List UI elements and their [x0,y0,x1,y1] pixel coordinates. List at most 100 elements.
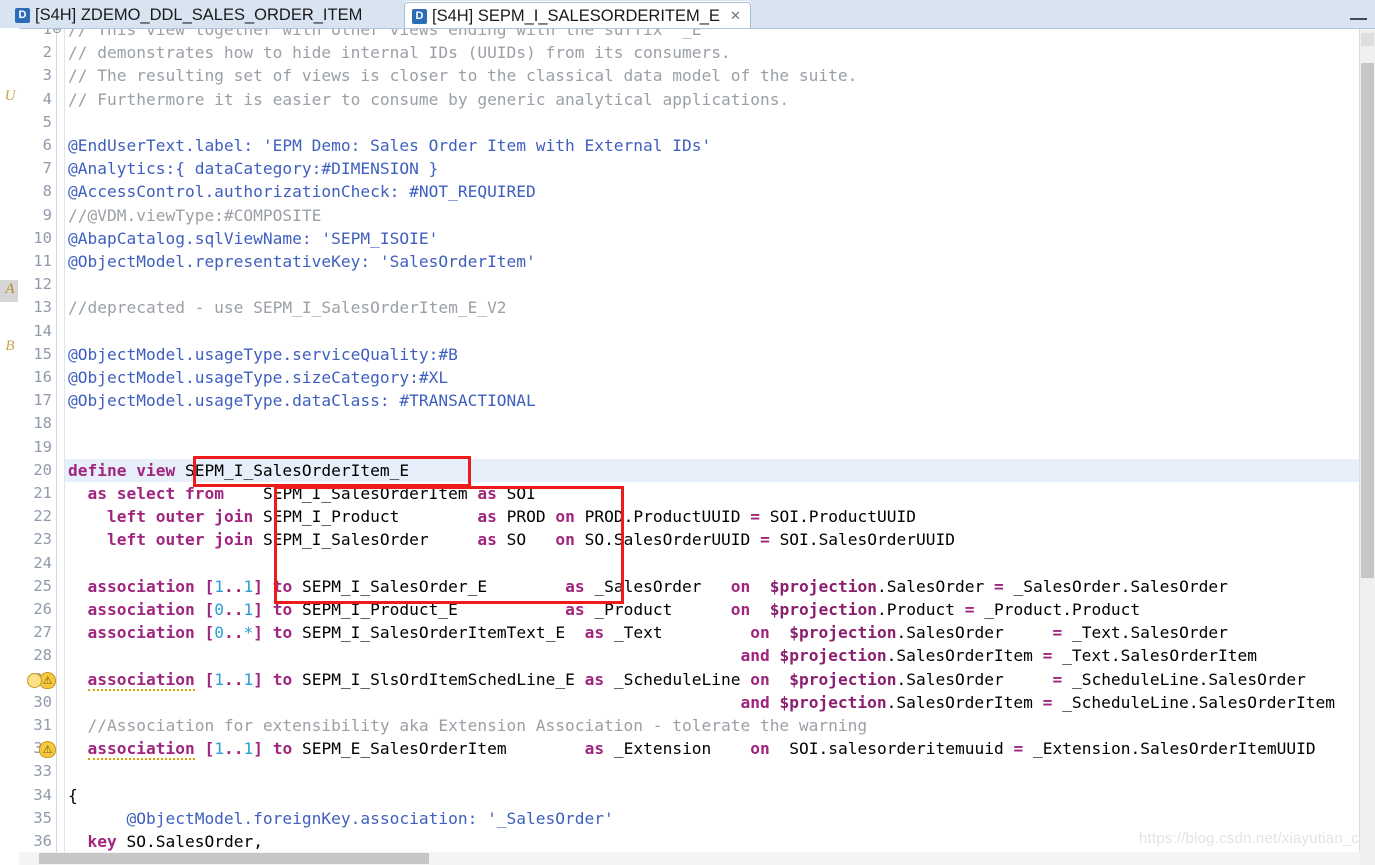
code-line[interactable]: 9 //@VDM.viewType:#COMPOSITE [19,204,1375,227]
code-text: @AbapCatalog.sqlViewName: 'SEPM_ISOIE' [68,228,439,248]
eclipse-adt-editor-window: D [S4H] ZDEMO_DDL_SALES_ORDER_ITEM D [S4… [0,0,1375,865]
code-text: @ObjectModel.foreignKey.association: '_S… [68,808,614,828]
scrollbar-up-button[interactable] [1361,33,1374,46]
line-number: 1 [42,29,52,38]
line-number: 34 [33,785,52,804]
code-line[interactable]: 8 @AccessControl.authorizationCheck: #NOT… [19,180,1375,203]
warning-marker-icon[interactable]: ⚠ [39,741,56,759]
code-text: { [68,785,78,805]
code-line[interactable]: 24 [19,552,1375,575]
code-line[interactable]: 22 left outer join SEPM_I_Product as PRO… [19,505,1375,528]
code-text: @ObjectModel.representativeKey: 'SalesOr… [68,252,536,271]
line-number: 22 [33,507,52,526]
code-text: left outer join SEPM_I_Product as PROD o… [106,507,916,527]
code-editor[interactable]: 1 ⊖ // This view together with other views… [19,29,1375,865]
code-line[interactable]: 34 { [19,784,1375,807]
line-number: 23 [33,530,52,549]
code-line[interactable]: 31 //Association for extensibility aka E… [19,714,1375,737]
code-line[interactable]: 1 ⊖ // This view together with other views… [19,29,1375,41]
code-line[interactable]: 15 @ObjectModel.usageType.serviceQuality:… [19,343,1375,366]
line-number: 21 [33,484,52,502]
line-number: 27 [33,623,52,642]
code-text: // demonstrates how to hide internal IDs… [68,43,731,63]
code-text: left outer join SEPM_I_SalesOrder as SO … [106,530,956,550]
code-line[interactable]: 25 association [1..1] to SEPM_I_SalesOrd… [19,575,1375,598]
code-line[interactable]: 19 [19,436,1375,459]
code-line[interactable]: 11 @ObjectModel.representativeKey: 'Sales… [19,250,1375,273]
line-number: 10 [33,228,52,247]
code-line[interactable]: 30 and $projection.SalesOrderItem = _Sch… [19,691,1375,714]
ddl-source-icon: D [412,8,427,24]
code-line[interactable]: 16 @ObjectModel.usageType.sizeCategory:#X… [19,366,1375,389]
line-number: 20 [33,460,52,479]
line-number: 12 [33,275,52,294]
code-text: association [0..*] to SEPM_I_SalesOrderI… [87,623,1228,643]
code-line[interactable]: 21 as select from SEPM_I_SalesOrderItem … [19,482,1375,505]
code-line[interactable]: 12 [19,273,1375,296]
line-number: 24 [33,553,52,572]
minimize-button[interactable] [1350,8,1367,20]
code-line[interactable]: 29 association [1..1] to SEPM_I_SlsOrdIt… [19,668,1375,691]
code-line[interactable]: 13 //deprecated - use SEPM_I_SalesOrderIt… [19,296,1375,319]
quickfix-bulb-icon[interactable] [27,672,42,688]
code-text: as select from SEPM_I_SalesOrderItem as … [87,484,536,503]
code-text: // Furthermore it is easier to consume b… [68,89,790,109]
line-number: 18 [33,414,52,433]
code-line[interactable]: 26 association [0..1] to SEPM_I_Product_… [19,598,1375,621]
code-line[interactable]: 35 @ObjectModel.foreignKey.association: … [19,807,1375,830]
code-line[interactable]: 20 define view SEPM_I_SalesOrderItem_E [19,458,1375,482]
line-number: 35 [33,808,52,827]
code-text: define view SEPM_I_SalesOrderItem_E [68,460,410,480]
code-line[interactable]: 4 // Furthermore it is easier to consume … [19,88,1375,111]
code-line[interactable]: 14 [19,320,1375,343]
code-line[interactable]: 5 [19,111,1375,134]
line-number: 2 [42,43,52,62]
code-line[interactable]: 17 @ObjectModel.usageType.dataClass: #TRA… [19,389,1375,412]
code-line[interactable]: 27 association [0..*] to SEPM_I_SalesOrd… [19,621,1375,644]
code-text: association [1..1] to SEPM_I_SalesOrder_… [87,576,1228,596]
close-icon[interactable]: ✕ [730,8,741,24]
vertical-scrollbar[interactable] [1359,29,1375,865]
code-line[interactable]: 7 @Analytics:{ dataCategory:#DIMENSION } [19,157,1375,180]
line-number: 26 [33,600,52,618]
toolbar-glyph-u[interactable]: U [2,88,18,105]
editor-tab-sepm-i-salesorderitem-e[interactable]: D [S4H] SEPM_I_SALESORDERITEM_E ✕ [404,2,751,29]
vertical-scrollbar-thumb[interactable] [1361,63,1374,578]
code-line[interactable]: 6 @EndUserText.label: 'EPM Demo: Sales Or… [19,134,1375,157]
code-text: //deprecated - use SEPM_I_SalesOrderItem… [68,298,507,318]
code-line[interactable]: 28 and $projection.SalesOrderItem = _Tex… [19,644,1375,667]
code-text: // The resulting set of views is closer … [68,66,858,86]
line-number: 28 [33,646,52,665]
code-line[interactable]: 2 // demonstrates how to hide internal ID… [19,41,1375,64]
line-number: 7 [42,159,52,178]
code-line[interactable]: 18 [19,412,1375,435]
code-line[interactable]: 32 association [1..1] to SEPM_E_SalesOrd… [19,737,1375,761]
line-number: 33 [33,762,52,781]
toolbar-glyph-a[interactable]: A [2,281,18,298]
code-line[interactable]: 3 // The resulting set of views is closer… [19,64,1375,87]
code-text: key SO.SalesOrder, [87,832,263,851]
line-number: 14 [33,321,52,340]
editor-tab-label: [S4H] SEPM_I_SALESORDERITEM_E [432,6,720,25]
line-number: 9 [42,205,52,224]
line-number: 13 [33,298,52,317]
line-number: 25 [33,576,52,595]
code-text: association [1..1] to SEPM_I_SlsOrdItemS… [87,669,1306,691]
code-text: @ObjectModel.usageType.sizeCategory:#XL [68,368,449,387]
horizontal-scrollbar-thumb[interactable] [39,853,429,864]
editor-tab-zdemo-ddl-sales-order-item[interactable]: D [S4H] ZDEMO_DDL_SALES_ORDER_ITEM [8,2,372,29]
code-text: @ObjectModel.usageType.dataClass: #TRANS… [68,391,536,411]
toolbar-glyph-b[interactable]: B [2,338,18,355]
code-line[interactable]: 33 [19,760,1375,783]
line-number: 8 [42,182,52,201]
code-line[interactable]: 23 left outer join SEPM_I_SalesOrder as … [19,528,1375,551]
editor-tab-label: [S4H] ZDEMO_DDL_SALES_ORDER_ITEM [35,6,363,24]
code-text: association [1..1] to SEPM_E_SalesOrderI… [87,739,1316,761]
code-text: @EndUserText.label: 'EPM Demo: Sales Ord… [68,136,712,155]
horizontal-scrollbar[interactable] [19,852,1360,865]
line-number: 30 [33,692,52,711]
ddl-source-icon: D [15,8,30,23]
code-line[interactable]: 10 @AbapCatalog.sqlViewName: 'SEPM_ISOIE' [19,227,1375,250]
code-text: //Association for extensibility aka Exte… [68,716,868,735]
fold-toggle-icon[interactable]: ⊖ [52,29,62,41]
